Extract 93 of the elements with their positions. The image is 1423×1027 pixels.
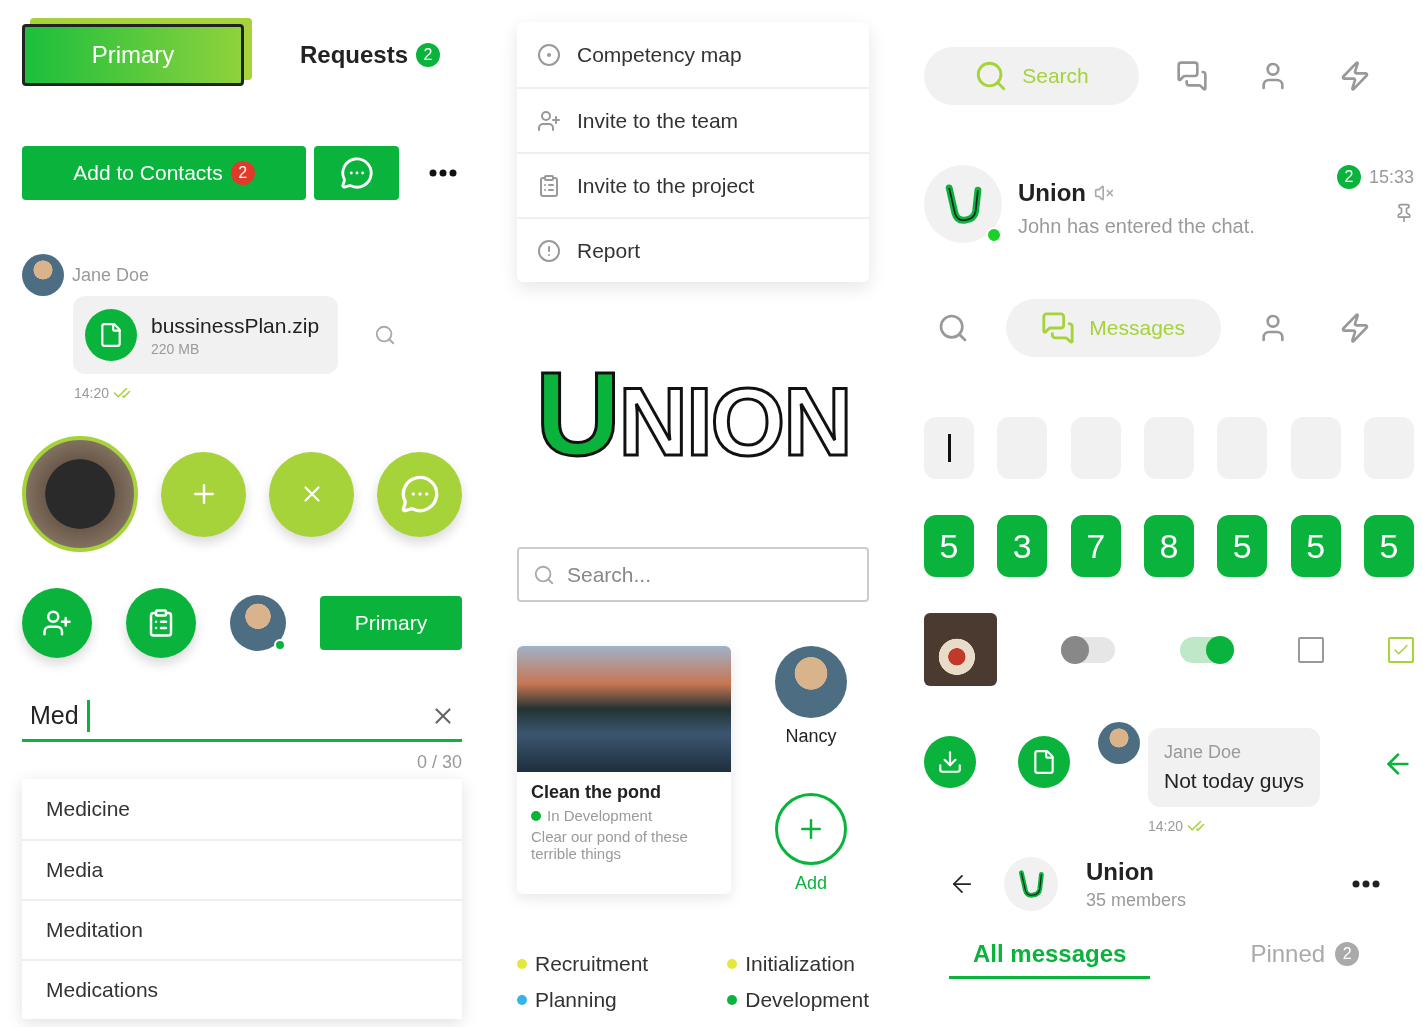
file-size: 220 MB	[151, 340, 201, 357]
file-bubble[interactable]: bussinessPlan.zip 220 MB	[73, 296, 338, 374]
toggle-switch[interactable]	[1179, 636, 1234, 663]
code-cell[interactable]: 8	[1144, 515, 1194, 577]
chat-button[interactable]	[314, 146, 399, 200]
project-card[interactable]: Clean the pond In Development Clear our pond of these terrible things	[517, 646, 731, 895]
sender-name: Jane Doe	[72, 264, 150, 286]
count-badge: 2	[230, 161, 255, 185]
status-dot	[531, 810, 541, 821]
toggle-switch[interactable]	[1061, 636, 1116, 663]
more-icon	[1352, 880, 1380, 888]
logo: UNION	[534, 347, 852, 482]
checkbox[interactable]	[1297, 636, 1324, 663]
file-name: bussinessPlan.zip	[151, 313, 320, 338]
message-text: Not today guys	[1164, 769, 1305, 793]
download-button[interactable]	[924, 736, 976, 788]
file-icon	[98, 322, 124, 348]
search-icon	[533, 563, 555, 586]
legend-label: Planning	[535, 988, 617, 1013]
suggestion-item[interactable]: Media	[22, 839, 462, 899]
user-plus-icon	[42, 608, 72, 638]
suggestion-item[interactable]: Meditation	[22, 899, 462, 959]
add-to-contacts-button[interactable]: Add to Contacts 2	[22, 146, 306, 200]
sender-name: Jane Doe	[1164, 742, 1243, 763]
chat-icon	[339, 156, 374, 190]
add-button[interactable]	[161, 451, 246, 537]
chat-bubbles-icon	[1041, 311, 1076, 345]
tab[interactable]: Requests 2	[300, 24, 441, 86]
text-field[interactable]: Med	[22, 692, 462, 742]
menu-item[interactable]: Report	[517, 217, 869, 282]
menu-item[interactable]: Invite to the team	[517, 87, 869, 152]
legend-label: Recruitment	[535, 952, 649, 977]
code-cell[interactable]: 3	[997, 515, 1048, 577]
menu-item[interactable]: Competency map	[517, 22, 869, 87]
code-cell[interactable]	[924, 417, 974, 479]
more-icon	[429, 169, 457, 177]
tab[interactable]: All messages	[949, 931, 1151, 979]
code-cell[interactable]: 5	[1290, 515, 1341, 577]
download-icon	[937, 749, 963, 775]
invite-user-button[interactable]	[22, 588, 92, 658]
legend-label: Development	[745, 988, 869, 1013]
chat-time: 15:33	[1368, 166, 1414, 188]
menu-label: Invite to the project	[577, 173, 755, 198]
card-description: Clear our pond of these terrible things	[531, 828, 689, 863]
tab[interactable]: Pinned 2	[1226, 931, 1384, 979]
add-label: Add	[795, 873, 827, 895]
alert-icon	[537, 238, 561, 263]
group-name: Union	[1086, 857, 1155, 886]
search-field[interactable]: Search...	[517, 547, 869, 603]
suggestion-item[interactable]: Medicine	[22, 779, 462, 839]
chat-name: Union	[1018, 179, 1086, 207]
character-counter: 0 / 30	[416, 752, 462, 773]
last-message: John has entered the chat.	[1018, 215, 1256, 238]
contact-name: Nancy	[785, 726, 837, 748]
chat-icon	[399, 474, 440, 514]
message-time: 14:20	[1148, 818, 1184, 834]
close-button[interactable]	[269, 451, 354, 537]
online-dot	[274, 639, 286, 651]
clipboard-button[interactable]	[126, 588, 196, 658]
member-count: 35 members	[1086, 889, 1188, 911]
code-cell[interactable]: 7	[1070, 515, 1121, 577]
menu-label: Invite to the team	[577, 108, 739, 133]
file-icon	[1031, 749, 1057, 775]
menu-label: Report	[577, 238, 641, 263]
avatar	[230, 595, 286, 651]
menu-item[interactable]: Invite to the project	[517, 152, 869, 217]
menu-label: Competency map	[577, 42, 742, 67]
file-button[interactable]	[1018, 736, 1070, 788]
checkbox[interactable]	[1388, 636, 1414, 663]
primary-button[interactable]: Primary	[320, 596, 462, 650]
chat-bubbles-icon	[1175, 60, 1208, 92]
count-badge: 2	[1335, 941, 1360, 966]
more-button[interactable]	[1352, 880, 1380, 888]
message-time: 14:20	[74, 385, 110, 401]
placeholder: Search...	[567, 562, 652, 587]
code-cell[interactable]: 5	[924, 515, 974, 577]
clipboard-icon	[537, 173, 561, 198]
search-icon	[937, 312, 969, 344]
suggestion-item[interactable]: Medications	[22, 959, 462, 1019]
status-label: In Development	[547, 807, 653, 825]
unread-badge: 2	[1336, 165, 1361, 189]
avatar	[22, 254, 64, 296]
code-cell[interactable]: 5	[1217, 515, 1268, 577]
avatar	[1098, 722, 1140, 764]
search-icon[interactable]	[374, 324, 396, 346]
chat-button[interactable]	[377, 451, 462, 537]
code-cell[interactable]: 5	[1363, 515, 1414, 577]
legend-label: Initialization	[745, 952, 855, 977]
count-badge: 2	[416, 43, 441, 67]
card-title: Clean the pond	[531, 782, 662, 804]
user-plus-icon	[537, 108, 561, 133]
more-button[interactable]	[429, 169, 457, 177]
target-icon	[537, 42, 561, 67]
